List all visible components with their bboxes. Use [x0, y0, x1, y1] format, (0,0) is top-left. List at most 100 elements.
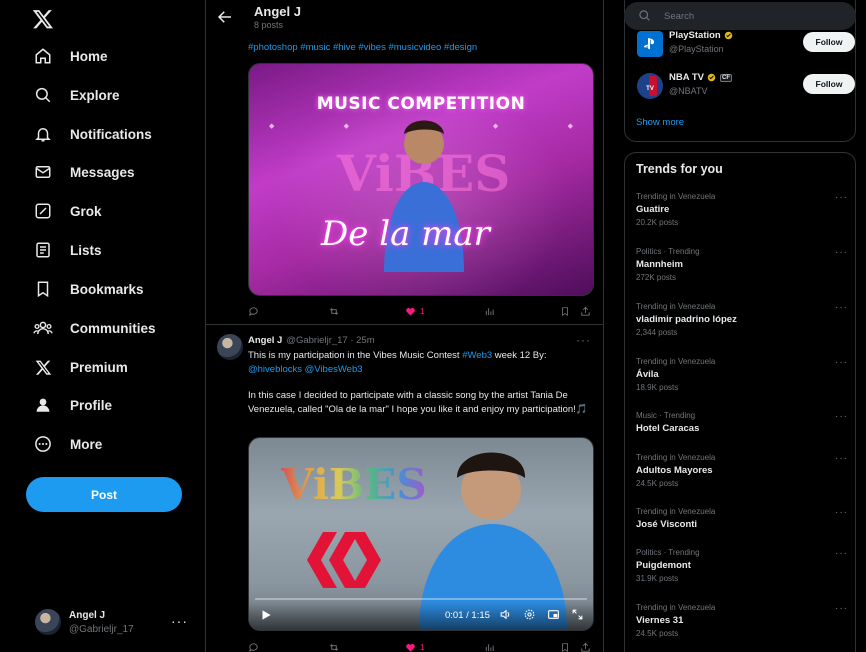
like-count: 1	[420, 306, 425, 316]
trend-context: Trending in Venezuela	[636, 453, 716, 462]
follow-button[interactable]: Follow	[803, 74, 855, 94]
post-image[interactable]: ◆◆◆◆◆ MUSIC COMPETITION ViBES De la mar	[248, 63, 594, 296]
follow-suggestion[interactable]: PlayStation @PlayStation Follow	[635, 27, 855, 63]
trend-item[interactable]: Politics · Trending Puigdemont 31.9K pos…	[636, 548, 848, 583]
verified-badge-icon	[724, 31, 732, 40]
mention-link[interactable]: @VibesWeb3	[305, 364, 363, 375]
trend-count: 31.9K posts	[636, 574, 679, 583]
share-icon[interactable]	[580, 306, 595, 317]
account-handle: @Gabrieljr_17	[69, 623, 134, 635]
trend-topic: Adultos Mayores	[636, 465, 713, 476]
more-circle-icon	[32, 433, 54, 455]
nav-premium[interactable]: Premium	[22, 349, 138, 385]
settings-icon[interactable]	[523, 608, 537, 622]
trend-topic: Ávila	[636, 369, 659, 380]
nav-bookmarks-label: Bookmarks	[70, 281, 144, 297]
search-placeholder: Search	[664, 10, 695, 22]
more-icon[interactable]: ···	[576, 333, 591, 347]
more-icon[interactable]: ···	[835, 192, 848, 203]
person-icon	[32, 394, 54, 416]
trend-context: Trending in Venezuela	[636, 192, 716, 201]
post-hashtags[interactable]: #photoshop #music #hive #vibes #musicvid…	[248, 42, 477, 53]
account-more-icon[interactable]: ···	[171, 613, 188, 629]
author-name[interactable]: Angel J	[248, 335, 282, 346]
more-icon[interactable]: ···	[835, 357, 848, 368]
trend-item[interactable]: Politics · Trending Mannheim 272K posts …	[636, 247, 848, 282]
left-navigation: Home Explore Notifications Messages Grok…	[0, 0, 205, 652]
follow-button[interactable]: Follow	[803, 32, 855, 52]
bookmark-icon[interactable]	[560, 306, 574, 317]
more-icon[interactable]: ···	[835, 411, 848, 422]
bookmark-icon	[32, 278, 54, 300]
nav-communities[interactable]: Communities	[22, 310, 166, 346]
hive-logo-icon	[307, 532, 381, 588]
video-controls	[249, 602, 593, 630]
author-handle-time[interactable]: @Gabrieljr_17 · 25m	[286, 335, 374, 346]
follow-suggestion[interactable]: TV NBA TV CF @NBATV Follow	[635, 69, 855, 105]
back-arrow-icon[interactable]	[216, 8, 234, 26]
volume-icon[interactable]	[499, 608, 513, 622]
trend-item[interactable]: Trending in Venezuela Adultos Mayores 24…	[636, 453, 848, 488]
more-icon[interactable]: ···	[835, 453, 848, 464]
nav-messages[interactable]: Messages	[22, 154, 145, 190]
post-actions: 1	[248, 303, 596, 319]
nav-profile[interactable]: Profile	[22, 387, 122, 423]
trend-item[interactable]: Trending in Venezuela José Visconti ···	[636, 507, 848, 530]
more-icon[interactable]: ···	[835, 507, 848, 518]
share-icon[interactable]	[580, 642, 595, 652]
svg-text:TV: TV	[646, 86, 654, 92]
account-handle: @NBATV	[669, 86, 708, 96]
trend-item[interactable]: Trending in Venezuela Viernes 31 24.5K p…	[636, 603, 848, 638]
mention-link[interactable]: @hiveblocks	[248, 364, 302, 375]
repost-icon[interactable]	[328, 642, 344, 652]
repost-icon[interactable]	[328, 306, 344, 317]
fullscreen-icon[interactable]	[571, 608, 585, 622]
pip-icon[interactable]	[547, 608, 561, 622]
nav-more[interactable]: More	[22, 426, 112, 462]
show-more-link[interactable]: Show more	[636, 117, 684, 128]
trend-count: 24.5K posts	[636, 479, 679, 488]
x-logo-icon	[32, 356, 54, 378]
trend-topic: Puigdemont	[636, 560, 691, 571]
trends-panel: Trends for you Trending in Venezuela Gua…	[624, 152, 856, 652]
views-icon[interactable]	[484, 306, 499, 317]
nav-home[interactable]: Home	[22, 38, 118, 74]
nav-premium-label: Premium	[70, 359, 128, 375]
people-icon	[32, 317, 54, 339]
avatar[interactable]	[217, 334, 243, 360]
more-icon[interactable]: ···	[835, 302, 848, 313]
nav-lists[interactable]: Lists	[22, 232, 112, 268]
post-button[interactable]: Post	[26, 477, 182, 512]
bookmark-icon[interactable]	[560, 642, 574, 652]
trend-item[interactable]: Trending in Venezuela Guatire 20.2K post…	[636, 192, 848, 227]
trend-topic: vladimir padrino lópez	[636, 314, 737, 325]
nav-grok-label: Grok	[70, 203, 102, 219]
hashtag-link[interactable]: #Web3	[462, 350, 492, 361]
right-sidebar: PlayStation @PlayStation Follow TV NBA T…	[614, 0, 866, 652]
like-button[interactable]: 1	[405, 642, 424, 652]
play-icon[interactable]	[259, 608, 273, 622]
search-input[interactable]: Search	[624, 2, 856, 30]
video-progress-bar[interactable]	[255, 598, 587, 600]
like-button[interactable]: 1	[405, 306, 424, 317]
more-icon[interactable]: ···	[835, 603, 848, 614]
account-name: NBA TV CF	[669, 72, 733, 83]
nav-grok[interactable]: Grok	[22, 193, 112, 229]
nav-bookmarks[interactable]: Bookmarks	[22, 271, 154, 307]
playstation-logo-icon	[637, 31, 663, 57]
account-switcher[interactable]: Angel J @Gabrieljr_17 ···	[28, 603, 198, 641]
more-icon[interactable]: ···	[835, 247, 848, 258]
nav-notifications[interactable]: Notifications	[22, 116, 162, 152]
heart-icon	[406, 643, 415, 652]
nav-explore[interactable]: Explore	[22, 77, 130, 113]
x-logo-icon[interactable]	[30, 6, 56, 32]
trend-item[interactable]: Trending in Venezuela Ávila 18.9K posts …	[636, 357, 848, 392]
reply-icon[interactable]	[248, 642, 263, 652]
x-app: Home Explore Notifications Messages Grok…	[0, 0, 866, 652]
trend-item[interactable]: Trending in Venezuela vladimir padrino l…	[636, 302, 848, 337]
views-icon[interactable]	[484, 642, 499, 652]
trend-item[interactable]: Music · Trending Hotel Caracas ···	[636, 411, 848, 434]
reply-icon[interactable]	[248, 306, 263, 317]
more-icon[interactable]: ···	[835, 548, 848, 559]
post-video[interactable]: ViBES 0:01 / 1:15	[248, 437, 594, 631]
